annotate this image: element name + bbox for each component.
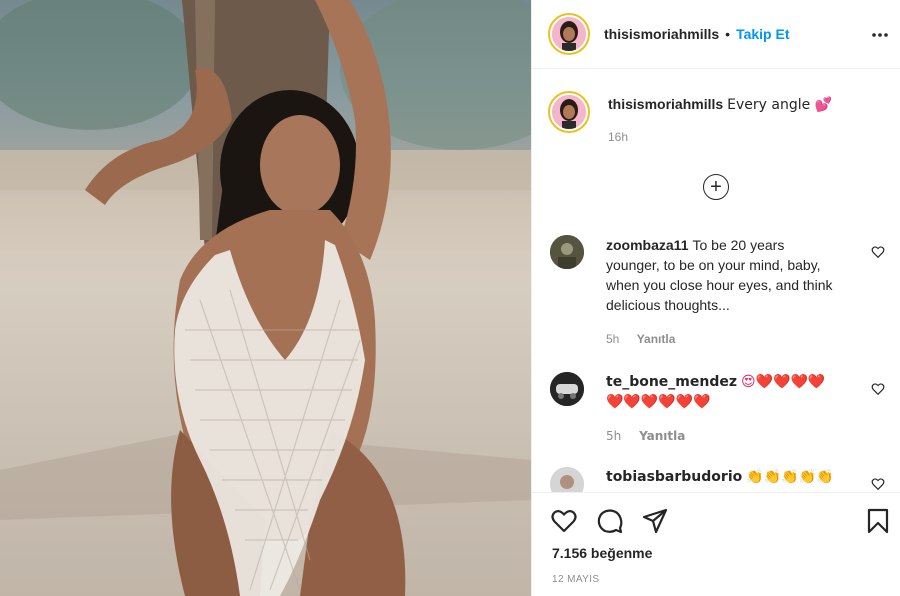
post-actions: 7.156 beğenme 12 MAYIS	[532, 492, 900, 596]
like-count[interactable]: 7.156 beğenme	[552, 545, 652, 561]
commenter-avatar[interactable]	[550, 467, 584, 492]
caption: thisismoriahmills Every angle 💕 16h	[548, 91, 888, 147]
plus-icon: +	[710, 176, 722, 198]
like-comment-heart-icon[interactable]	[871, 477, 885, 491]
reply-button[interactable]: Yanıtla	[639, 429, 685, 443]
post-image	[0, 0, 531, 596]
save-bookmark-icon[interactable]	[864, 507, 892, 535]
caption-text: Every angle 💕	[727, 97, 833, 113]
avatar-image	[552, 95, 586, 129]
comments-section[interactable]: thisismoriahmills Every angle 💕 16h + zoo…	[532, 69, 900, 492]
comment-bubble-icon[interactable]	[596, 507, 624, 535]
post-photo[interactable]	[0, 0, 531, 596]
comment-username[interactable]: tobiasbarbudorio	[606, 469, 742, 485]
separator-dot: •	[725, 26, 731, 42]
commenter-avatar[interactable]	[550, 372, 584, 406]
follow-button[interactable]: Takip Et	[736, 26, 789, 42]
like-comment-heart-icon[interactable]	[871, 382, 885, 396]
post-panel: thisismoriahmills • Takip Et thisismoria…	[531, 0, 900, 596]
caption-username[interactable]: thisismoriahmills	[608, 96, 723, 112]
caption-avatar[interactable]	[548, 91, 590, 133]
comment-meta: 5h Yanıtla	[606, 329, 836, 349]
comment-item: te_bone_mendez 😍❤️❤️❤️❤️❤️❤️❤️❤️❤️❤️ 5h Y…	[550, 372, 885, 446]
comment-meta: 5h Yanıtla	[606, 426, 836, 446]
more-options-icon[interactable]	[871, 22, 889, 43]
share-send-icon[interactable]	[641, 507, 669, 535]
comment-time[interactable]: 5h	[606, 332, 619, 346]
comment-username[interactable]: zoombaza11	[606, 237, 688, 253]
comment-username[interactable]: te_bone_mendez	[606, 374, 737, 390]
comment-body: te_bone_mendez 😍❤️❤️❤️❤️❤️❤️❤️❤️❤️❤️ 5h Y…	[606, 372, 836, 446]
commenter-avatar[interactable]	[550, 235, 584, 269]
load-more-comments-button[interactable]: +	[703, 174, 729, 200]
like-comment-heart-icon[interactable]	[871, 245, 885, 259]
comment-text: 👏👏👏👏👏	[746, 469, 834, 485]
reply-button[interactable]: Yanıtla	[637, 332, 676, 346]
comment-item: zoombaza11 To be 20 years younger, to be …	[550, 235, 885, 349]
author-username[interactable]: thisismoriahmills	[604, 26, 719, 42]
comment-body: tobiasbarbudorio 👏👏👏👏👏	[606, 467, 836, 492]
like-heart-icon[interactable]	[550, 507, 578, 535]
caption-meta: 16h	[608, 127, 832, 147]
caption-body: thisismoriahmills Every angle 💕 16h	[608, 94, 832, 147]
post-date[interactable]: 12 MAYIS	[552, 574, 599, 585]
caption-time[interactable]: 16h	[608, 130, 628, 144]
post-header: thisismoriahmills • Takip Et	[532, 0, 900, 69]
avatar-image	[552, 17, 586, 51]
comment-item: tobiasbarbudorio 👏👏👏👏👏	[550, 467, 885, 492]
comment-body: zoombaza11 To be 20 years younger, to be …	[606, 235, 836, 349]
author-avatar[interactable]	[548, 13, 590, 55]
comment-time[interactable]: 5h	[606, 429, 621, 443]
